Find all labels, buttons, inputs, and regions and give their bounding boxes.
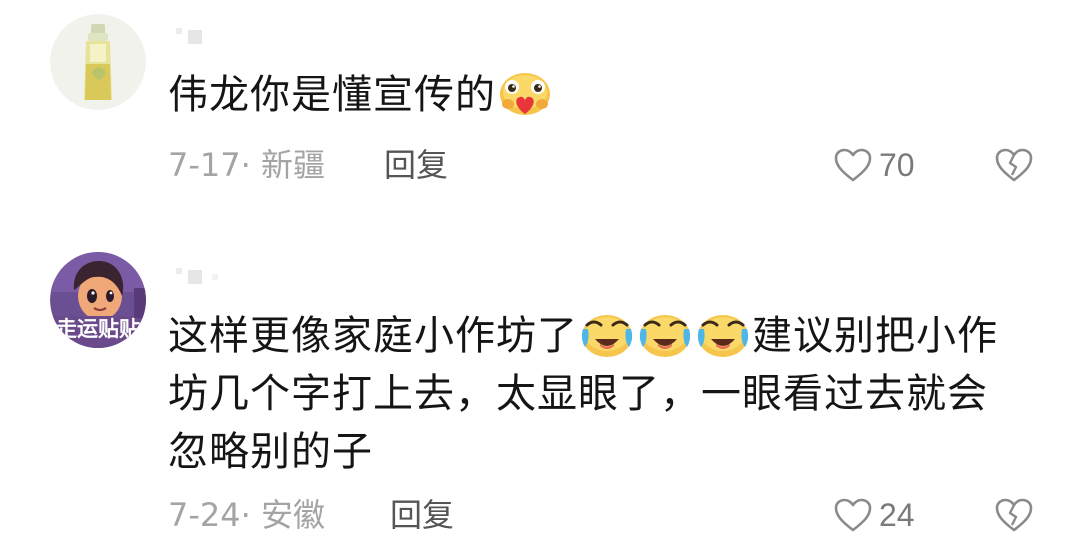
like-button[interactable]: 70: [833, 145, 915, 185]
comment-text: 这样更像家庭小作坊了 建议别把小作坊几个字打上去，太显眼了，一眼看过去就会忽略别…: [168, 313, 998, 475]
crying-laughing-emoji-icon: [697, 315, 749, 357]
heart-outline-icon: [834, 148, 872, 182]
comment-text: 伟龙你是懂宣传的: [168, 66, 1028, 124]
username-masked: [168, 260, 258, 290]
crying-laughing-emoji-icon: [581, 315, 633, 357]
dislike-button[interactable]: [994, 495, 1034, 535]
like-count: 24: [879, 496, 915, 533]
avatar-badge-text: 走运贴贴: [56, 317, 140, 341]
comment-date-location: 7-24· 安徽: [168, 496, 325, 534]
comment-item: 伟龙你是懂宣传的 7-17· 新疆 回复 70: [0, 0, 1080, 230]
reply-button[interactable]: 回复: [390, 495, 454, 535]
user-avatar[interactable]: 走运贴贴: [50, 252, 146, 348]
like-count: 70: [879, 146, 915, 183]
user-avatar[interactable]: [50, 14, 146, 110]
username-masked: [168, 20, 258, 50]
like-button[interactable]: 24: [833, 495, 915, 535]
broken-heart-icon: [995, 498, 1033, 532]
dislike-button[interactable]: [994, 145, 1034, 185]
broken-heart-icon: [995, 148, 1033, 182]
reply-button[interactable]: 回复: [384, 145, 448, 185]
comment-item: 走运贴贴 这样更像家庭小作坊了 建议别把小作坊几个字打上去，太显眼了，一眼看过去…: [0, 230, 1080, 557]
crying-laughing-emoji-icon: [639, 315, 691, 357]
heart-hug-emoji-icon: [500, 73, 550, 115]
comment-date-location: 7-17· 新疆: [168, 146, 325, 184]
heart-outline-icon: [834, 498, 872, 532]
